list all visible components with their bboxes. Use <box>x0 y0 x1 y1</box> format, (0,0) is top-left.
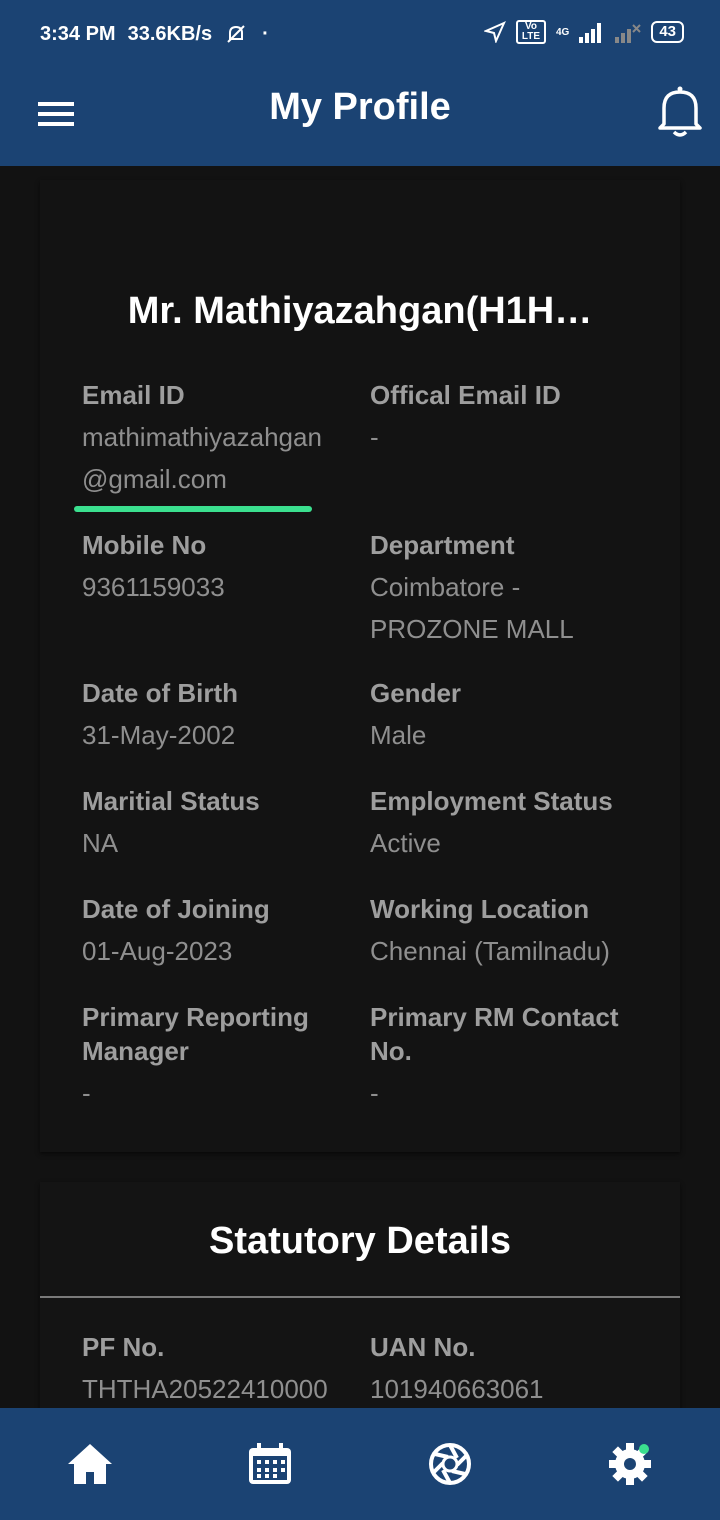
status-bar: 3:34 PM 33.6KB/s · Vo LTE 4G 43 <box>0 0 720 70</box>
field-value: 9361159033 <box>82 572 225 602</box>
signal-icon <box>579 23 602 43</box>
email-value: mathimathiyazahgan @gmail.com <box>82 422 322 494</box>
field-value: - <box>370 422 379 452</box>
status-right: Vo LTE 4G 43 <box>483 20 684 44</box>
field-value: Chennai (Tamilnadu) <box>370 936 610 966</box>
field-label: Mobile No <box>82 530 207 560</box>
bell-icon <box>658 86 702 137</box>
calendar-icon <box>249 1443 291 1484</box>
field-date-of-joining: Date of Joining 01-Aug-2023 <box>82 892 362 972</box>
field-label: Email ID <box>82 380 185 410</box>
statutory-card: Statutory Details PF No. THTHA2052241000… <box>40 1182 680 1422</box>
field-value: - <box>370 1078 379 1108</box>
field-label: PF No. <box>82 1332 165 1362</box>
battery-icon: 43 <box>651 21 684 43</box>
field-label: Department <box>370 530 515 560</box>
nav-settings[interactable] <box>600 1434 660 1494</box>
nav-home[interactable] <box>60 1434 120 1494</box>
field-reporting-manager: Primary Reporting Manager - <box>82 1000 362 1114</box>
field-email: Email ID mathimathiyazahgan @gmail.com <box>82 378 362 500</box>
profile-name: Mr. Mathiyazahgan(H1H… <box>127 290 593 332</box>
field-employment-status: Employment Status Active <box>370 784 650 864</box>
notification-dot: · <box>262 22 269 45</box>
field-value: Male <box>370 720 427 750</box>
nav-calendar[interactable] <box>240 1434 300 1494</box>
section-title: Statutory Details <box>209 1220 511 1262</box>
field-label: Date of Joining <box>82 894 270 924</box>
field-dob: Date of Birth 31-May-2002 <box>82 676 362 756</box>
field-value: 101940663061 <box>370 1374 544 1404</box>
field-label: Date of Birth <box>82 678 238 708</box>
battery-level: 43 <box>659 23 676 40</box>
field-rm-contact: Primary RM Contact No. - <box>370 1000 650 1114</box>
field-uan: UAN No. 101940663061 <box>370 1330 650 1410</box>
muted-bell-icon <box>227 25 245 43</box>
field-label: Employment Status <box>370 786 613 816</box>
field-label: Gender <box>370 678 462 708</box>
field-label: Primary Reporting Manager <box>82 1002 309 1066</box>
field-label: UAN No. <box>370 1332 476 1362</box>
field-gender: Gender Male <box>370 676 650 756</box>
signal-x-icon <box>615 24 642 43</box>
field-label: Working Location <box>370 894 590 924</box>
field-value: Active <box>370 828 441 858</box>
field-label: Offical Email ID <box>370 380 561 410</box>
notification-button[interactable] <box>654 84 706 140</box>
nav-aperture[interactable] <box>420 1434 480 1494</box>
field-value: NA <box>82 828 119 858</box>
field-value: - <box>82 1078 91 1108</box>
field-value: THTHA20522410000 <box>82 1374 328 1404</box>
network-type: 4G <box>555 26 570 38</box>
status-left: 3:34 PM 33.6KB/s · <box>40 22 281 46</box>
settings-icon <box>609 1443 651 1485</box>
field-marital-status: Maritial Status NA <box>82 784 362 864</box>
bottom-nav <box>0 1408 720 1520</box>
home-icon <box>68 1444 112 1484</box>
aperture-icon <box>429 1443 471 1485</box>
field-pf: PF No. THTHA20522410000 <box>82 1330 362 1410</box>
divider <box>40 1296 680 1298</box>
page-title: My Profile <box>269 86 451 128</box>
field-value: 31-May-2002 <box>82 720 236 750</box>
volte-icon: Vo LTE <box>515 20 546 44</box>
field-mobile: Mobile No 9361159033 <box>82 528 362 608</box>
field-department: Department Coimbatore - PROZONE MALL <box>370 528 650 650</box>
network-speed: 33.6KB/s <box>127 22 213 45</box>
field-value: 01-Aug-2023 <box>82 936 233 966</box>
field-label: Primary RM Contact No. <box>370 1002 619 1066</box>
location-arrow-icon <box>483 21 506 43</box>
profile-card: Mr. Mathiyazahgan(H1H… Email ID mathimat… <box>40 180 680 1152</box>
app-bar: My Profile <box>0 70 720 166</box>
field-label: Maritial Status <box>82 786 260 816</box>
field-value: Coimbatore - PROZONE MALL <box>370 572 574 644</box>
highlight-underline <box>74 506 312 512</box>
status-time: 3:34 PM <box>40 22 116 45</box>
field-working-location: Working Location Chennai (Tamilnadu) <box>370 892 650 972</box>
field-official-email: Offical Email ID - <box>370 378 650 458</box>
